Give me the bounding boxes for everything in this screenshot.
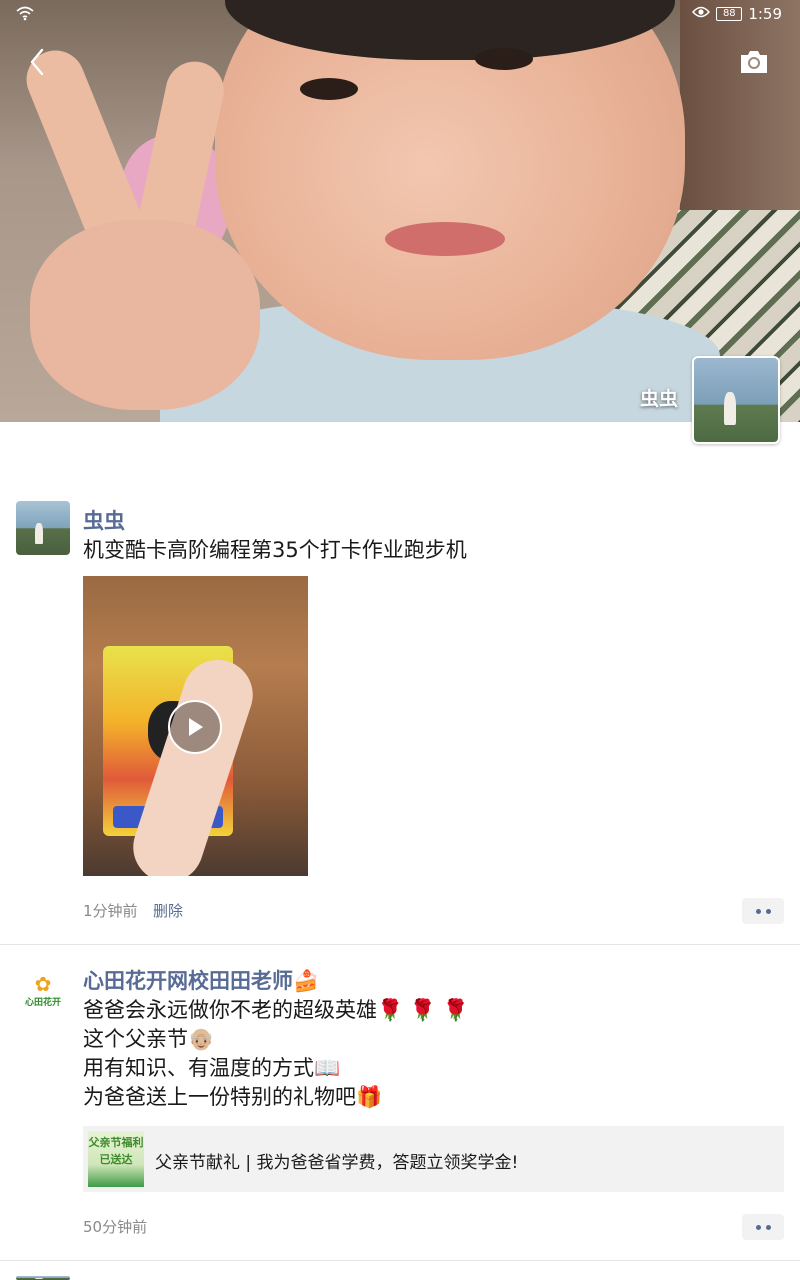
status-bar: 88 1:59 (0, 0, 800, 30)
cover-username: 虫虫 (639, 388, 678, 410)
link-title: 父亲节献礼 | 我为爸爸省学费，答题立领奖学金! (155, 1153, 519, 1173)
delete-link[interactable]: 删除 (153, 900, 183, 921)
thumb-text: 已送达 (99, 1153, 133, 1166)
post-avatar[interactable] (16, 501, 70, 555)
clock: 1:59 (748, 5, 782, 23)
logo-text: 心田花开 (24, 997, 61, 1008)
post-author[interactable]: 心田花开网校田田老师🍰 (83, 965, 319, 995)
post-text-line: 爸爸会永远做你不老的超级英雄🌹 🌹 🌹 (83, 998, 469, 1022)
chevron-left-icon (30, 48, 44, 76)
camera-button[interactable] (738, 48, 770, 76)
eye-comfort-icon (692, 6, 711, 22)
moments-page: 88 1:59 虫虫 虫虫 机变酷卡高阶编程第35个打卡作业跑步机 1分钟前 删… (0, 0, 800, 1280)
more-options-button[interactable] (742, 1214, 784, 1240)
play-icon (189, 718, 203, 736)
link-thumbnail: 父亲节福利 已送达 (88, 1131, 144, 1187)
post-text-line: 这个父亲节👴🏼 (83, 1027, 215, 1051)
post-author[interactable]: 虫虫 (83, 505, 125, 535)
back-button[interactable] (20, 44, 56, 80)
post-text: 爸爸会永远做你不老的超级英雄🌹 🌹 🌹 这个父亲节👴🏼 用有知识、有温度的方式📖… (83, 996, 783, 1112)
post-text-line: 为爸爸送上一份特别的礼物吧🎁 (83, 1085, 383, 1109)
post-text-line: 用有知识、有温度的方式📖 (83, 1056, 341, 1080)
profile-avatar[interactable] (692, 356, 780, 444)
thumb-text: 父亲节福利 (88, 1136, 144, 1149)
divider (0, 944, 800, 945)
play-button[interactable] (168, 700, 222, 754)
camera-icon (741, 51, 767, 73)
post-timestamp: 1分钟前 (83, 902, 138, 920)
cover-photo[interactable] (0, 0, 800, 422)
divider (0, 1260, 800, 1261)
post-avatar[interactable] (16, 1276, 70, 1280)
more-options-button[interactable] (742, 898, 784, 924)
post-text: 机变酷卡高阶编程第35个打卡作业跑步机 (83, 538, 467, 562)
sunflower-icon: ✿ (34, 971, 52, 996)
wifi-icon (16, 5, 34, 25)
shared-link-card[interactable]: 父亲节福利 已送达 父亲节献礼 | 我为爸爸省学费，答题立领奖学金! (83, 1126, 784, 1192)
post-avatar[interactable]: ✿ 心田花开 (16, 963, 70, 1017)
post-timestamp: 50分钟前 (83, 1218, 148, 1236)
battery-indicator: 88 (716, 7, 743, 21)
